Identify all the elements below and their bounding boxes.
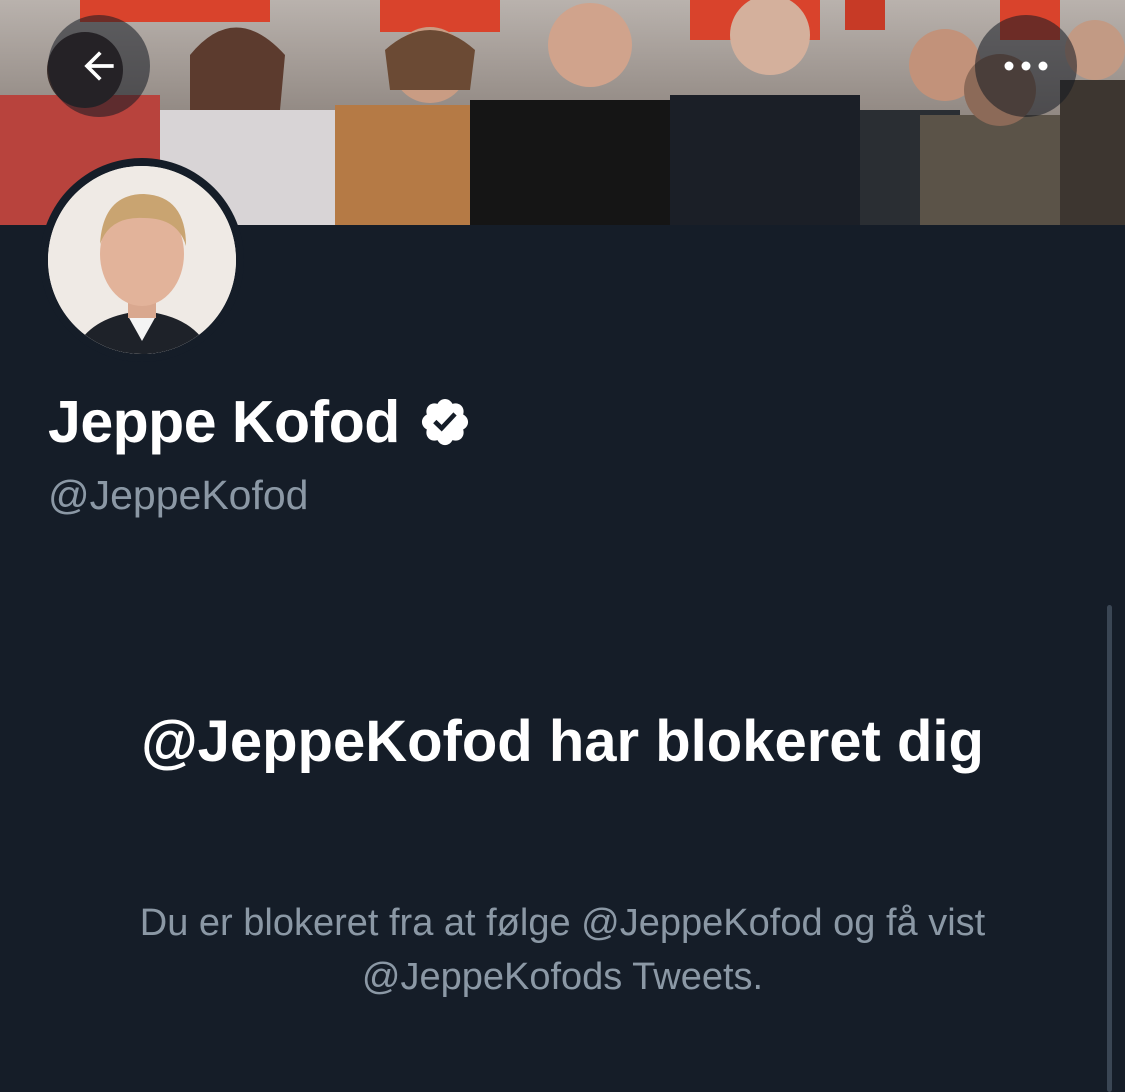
more-horizontal-icon: [1004, 61, 1048, 71]
display-name: Jeppe Kofod: [48, 389, 400, 455]
profile-avatar[interactable]: [40, 158, 244, 362]
scrollbar[interactable]: [1107, 605, 1112, 1092]
profile-name-row: Jeppe Kofod: [48, 388, 472, 456]
profile-handle: @JeppeKofod: [48, 472, 309, 518]
avatar-photo: [48, 166, 236, 354]
avatar-portrait: [48, 166, 236, 354]
blocked-title: @JeppeKofod har blokeret dig: [141, 709, 984, 774]
more-options-button[interactable]: [975, 15, 1077, 117]
back-button[interactable]: [48, 15, 150, 117]
verified-badge-icon: [421, 398, 468, 446]
arrow-left-icon: [84, 51, 114, 81]
blocked-description: Du er blokeret fra at følge @JeppeKofod …: [139, 902, 986, 998]
